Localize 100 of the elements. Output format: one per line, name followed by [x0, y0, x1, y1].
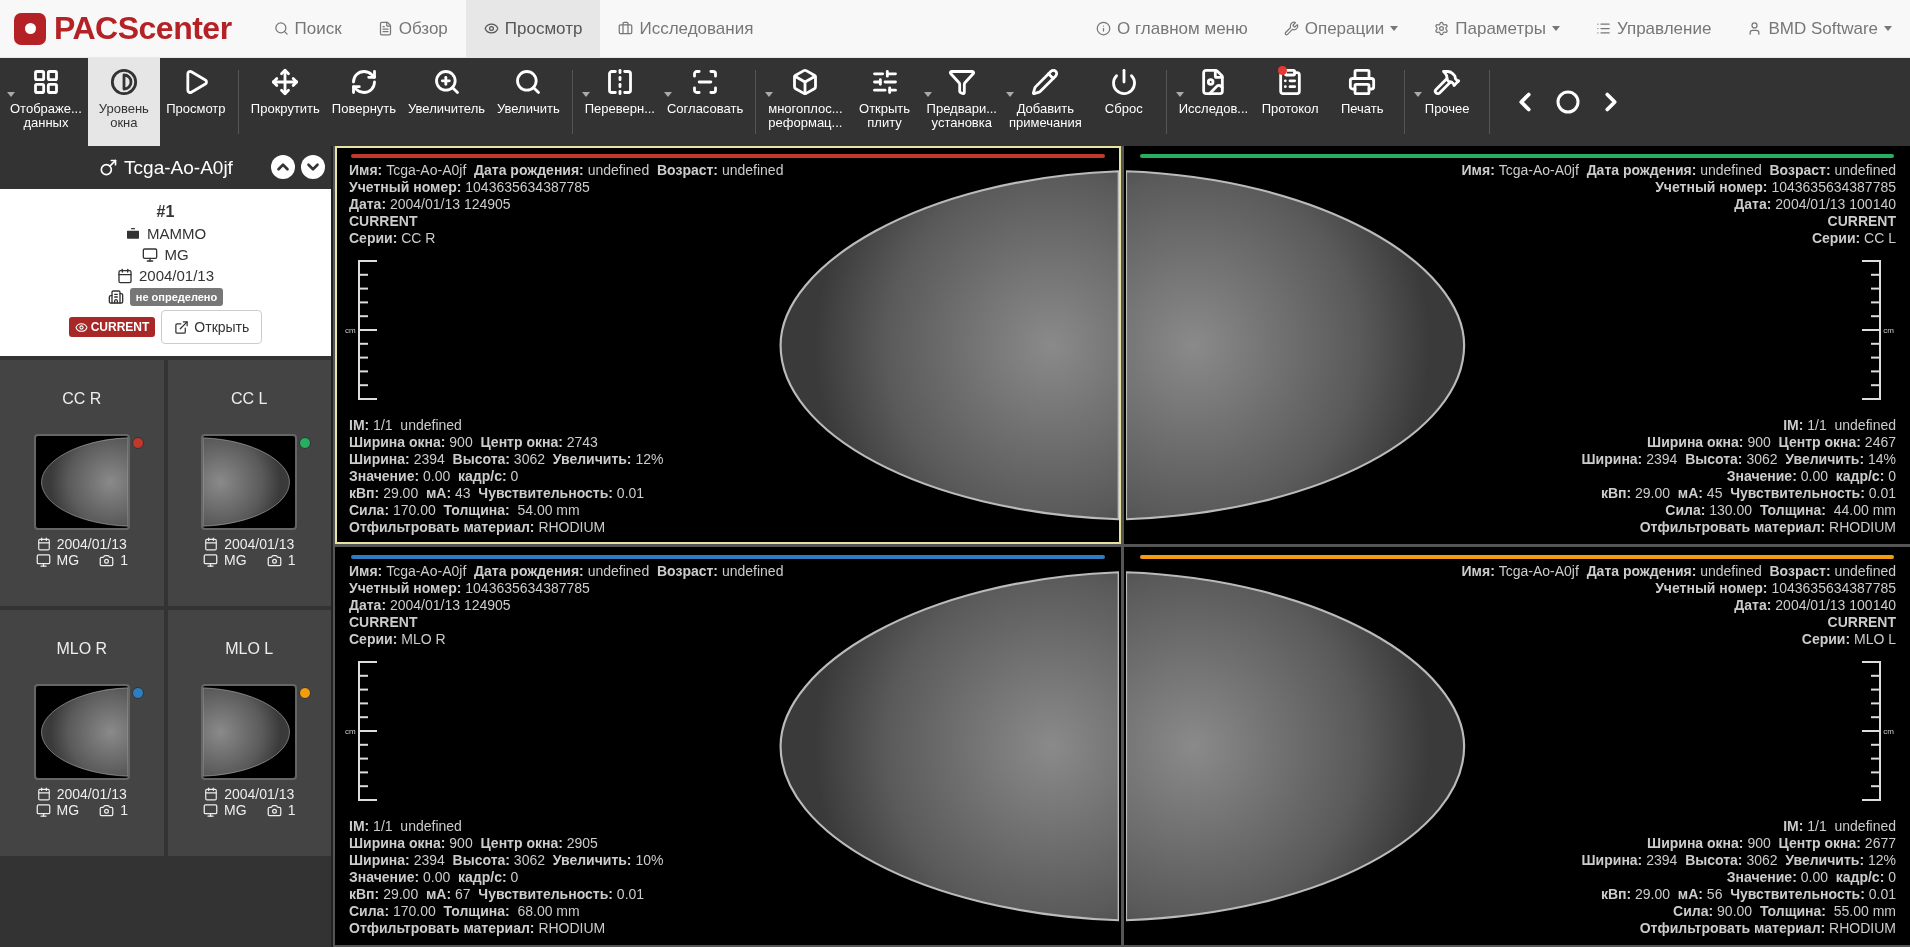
- toolbar-button[interactable]: Увеличитель: [402, 58, 491, 146]
- overlay-text: CURRENT: [1827, 213, 1896, 230]
- overlay-text: Дата: 2004/01/13 124905: [349, 196, 511, 213]
- tool-icon: [1348, 68, 1377, 96]
- monitor-icon: [203, 802, 219, 818]
- nav-menu-link[interactable]: BMD Software: [1729, 0, 1910, 57]
- series-date: 2004/01/13: [56, 786, 127, 802]
- toolbar-button[interactable]: Согласовать: [661, 58, 750, 146]
- logo-icon: [14, 12, 46, 45]
- overlay-text: Отфильтровать материал: RHODIUM: [1639, 920, 1896, 937]
- toolbar-button[interactable]: Предвари... установка: [920, 58, 1003, 146]
- modality-text: MG: [56, 552, 80, 568]
- tool-icon: [349, 68, 378, 96]
- series-tile[interactable]: CC L 2004/01/13 MG 1: [167, 360, 331, 606]
- toolbar-button[interactable]: Добавить примечания: [1003, 58, 1088, 146]
- external-link-icon: [174, 319, 190, 335]
- image-count: 1: [287, 552, 296, 568]
- camera-icon: [99, 552, 115, 568]
- overlay-text: Дата: 2004/01/13 100140: [1734, 196, 1896, 213]
- series-title: CC L: [231, 390, 268, 408]
- overlay-text: кВп: 29.00 мА: 45 Чувствительность: 0.01: [1600, 485, 1896, 502]
- toolbar-button[interactable]: Повернуть: [325, 58, 403, 146]
- toolbar-button[interactable]: Уровень окна: [87, 58, 160, 146]
- calendar-icon: [36, 537, 51, 551]
- calendar-icon: [116, 267, 133, 284]
- series-tile[interactable]: MLO L 2004/01/13 MG 1: [167, 610, 331, 856]
- tool-icon: [1031, 68, 1060, 96]
- nav-tab[interactable]: Поиск: [255, 0, 360, 57]
- nav-icon: [377, 21, 393, 36]
- toolbar-button[interactable]: Отображе... данных: [4, 58, 88, 146]
- series-tile[interactable]: CC R 2004/01/13 MG 1: [0, 360, 164, 606]
- modality-text: MG: [224, 802, 247, 818]
- nav-tab[interactable]: Просмотр: [465, 0, 601, 57]
- tool-icon: [791, 68, 820, 96]
- overlay-text: Значение: 0.00 кадр/с: 0: [1726, 468, 1896, 485]
- toolbar-button[interactable]: Протокол: [1254, 58, 1327, 146]
- image-viewport[interactable]: [335, 547, 1121, 945]
- toolbar-button[interactable]: Переверн...: [578, 58, 661, 146]
- hospital-icon: [107, 289, 124, 305]
- toolbar-button[interactable]: Прочее: [1411, 58, 1484, 146]
- toolbar-button[interactable]: Увеличить: [491, 58, 566, 146]
- overlay-text: Учетный номер: 1043635634387785: [349, 580, 590, 597]
- overlay-text: IM: 1/1 undefined: [1783, 417, 1896, 434]
- nav-tab[interactable]: Обзор: [359, 0, 466, 57]
- image-viewport[interactable]: [1124, 146, 1910, 544]
- modality-text: MG: [224, 552, 247, 568]
- overlay-text: IM: 1/1 undefined: [349, 818, 462, 835]
- series-date: 2004/01/13: [56, 536, 127, 552]
- overlay-text: Серии: CC R: [349, 230, 436, 247]
- briefcase-icon: [124, 225, 141, 242]
- overlay-text: Ширина: 2394 Высота: 3062 Увеличить: 10%: [349, 852, 664, 869]
- overlay-text: Учетный номер: 1043635634387785: [1655, 580, 1896, 597]
- overlay-text: кВп: 29.00 мА: 56 Чувствительность: 0.01: [1600, 886, 1896, 903]
- camera-icon: [99, 802, 115, 818]
- scroll-up-button[interactable]: [271, 155, 295, 179]
- toolbar-button[interactable]: Открыть плиту: [848, 58, 921, 146]
- nav-menu-link[interactable]: Операции: [1265, 0, 1417, 57]
- circle-icon[interactable]: [1556, 90, 1581, 114]
- series-title: MLO L: [225, 640, 274, 658]
- institution-badge: не определено: [129, 288, 224, 306]
- tool-icon: [947, 68, 976, 96]
- nav-menu-link[interactable]: Управление: [1577, 0, 1730, 57]
- tool-icon: [514, 68, 543, 96]
- tool-icon: [1433, 68, 1462, 96]
- overlay-text: Ширина окна: 900 Центр окна: 2743: [349, 434, 598, 451]
- image-viewport[interactable]: [1124, 547, 1910, 945]
- nav-icon: [1096, 21, 1111, 36]
- nav-tab[interactable]: Исследования: [600, 0, 772, 57]
- overlay-text: Сила: 170.00 Толщина: 68.00 mm: [349, 903, 580, 920]
- overlay-text: Дата: 2004/01/13 124905: [349, 597, 511, 614]
- calendar-icon: [36, 787, 51, 801]
- overlay-text: Ширина: 2394 Высота: 3062 Увеличить: 12%: [1581, 852, 1896, 869]
- toolbar-button[interactable]: Сброс: [1087, 58, 1160, 146]
- camera-icon: [266, 552, 282, 568]
- monitor-icon: [35, 552, 51, 568]
- toolbar-button[interactable]: многоплос... реформац...: [762, 58, 849, 146]
- tool-icon: [271, 68, 300, 96]
- toolbar-button[interactable]: Прокрутить: [244, 58, 326, 146]
- nav-icon: [1434, 21, 1450, 36]
- series-date: 2004/01/13: [224, 536, 295, 552]
- toolbar-button[interactable]: Исследов...: [1172, 58, 1255, 146]
- modality-text: MG: [164, 246, 189, 263]
- study-number: #1: [156, 203, 175, 221]
- overlay-text: Ширина окна: 900 Центр окна: 2905: [349, 835, 598, 852]
- open-button[interactable]: Открыть: [161, 310, 263, 344]
- nav-menu-link[interactable]: О главном меню: [1078, 0, 1266, 57]
- overlay-text: Значение: 0.00 кадр/с: 0: [349, 468, 519, 485]
- monitor-icon: [142, 246, 159, 263]
- toolbar-button[interactable]: Печать: [1326, 58, 1399, 146]
- series-tile[interactable]: MLO R 2004/01/13 MG 1: [0, 610, 164, 856]
- series-title: CC R: [62, 390, 102, 408]
- overlay-text: Ширина: 2394 Высота: 3062 Увеличить: 14%: [1581, 451, 1896, 468]
- nav-menu-link[interactable]: Параметры: [1416, 0, 1578, 57]
- logo-text: PACScenter: [54, 10, 232, 47]
- nav-icon: [1595, 21, 1611, 36]
- overlay-text: Ширина: 2394 Высота: 3062 Увеличить: 12%: [349, 451, 664, 468]
- scroll-down-button[interactable]: [301, 155, 325, 179]
- toolbar-button[interactable]: Просмотр: [159, 58, 232, 146]
- overlay-text: Значение: 0.00 кадр/с: 0: [349, 869, 519, 886]
- overlay-text: IM: 1/1 undefined: [1783, 818, 1896, 835]
